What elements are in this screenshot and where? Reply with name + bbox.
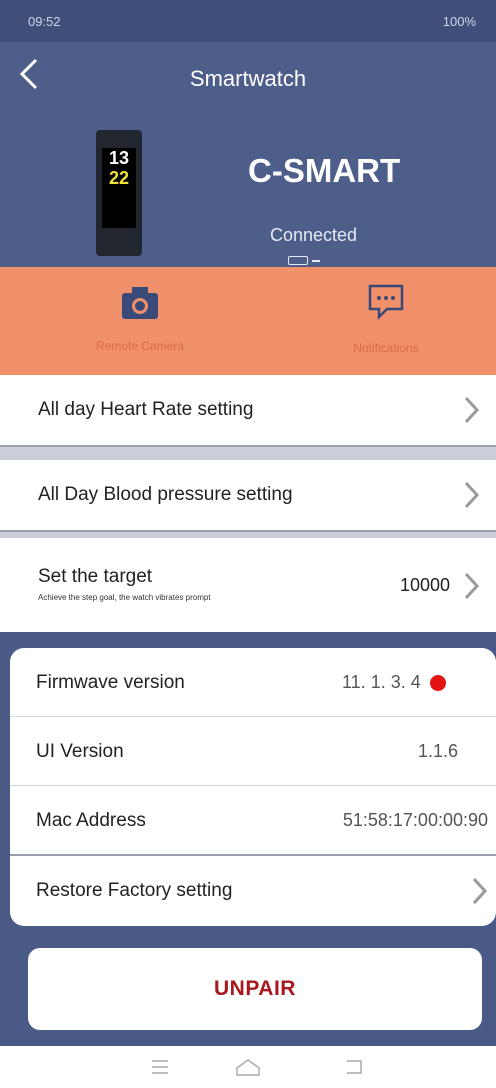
quick-actions-bar: Remote Camera Notifications [0, 267, 496, 375]
mac-address-label: Mac Address [36, 810, 146, 831]
notifications-button[interactable]: Notifications [286, 267, 486, 375]
watch-screen: 13 22 [102, 148, 136, 228]
chevron-right-icon [464, 481, 480, 509]
ui-version-value: 1.1.6 [417, 741, 458, 761]
mac-address-row: Mac Address 51:58:17:00:00:90 [10, 786, 496, 854]
status-time: 09:52 [28, 14, 61, 29]
chevron-right-icon [464, 396, 480, 424]
unpair-button[interactable]: UNPAIR [28, 948, 482, 1030]
step-target-value: 10000 [399, 575, 450, 595]
system-nav-bar [0, 1046, 496, 1088]
watch-minute: 22 [108, 168, 130, 188]
remote-camera-label: Remote Camera [95, 339, 185, 353]
step-target-label: Set the target [38, 566, 153, 587]
section-gap [0, 447, 496, 460]
notifications-label: Notifications [353, 341, 419, 355]
back-icon[interactable] [342, 1056, 366, 1078]
camera-icon [122, 287, 158, 319]
status-icons: 100% [442, 14, 476, 29]
connection-status: Connected [270, 225, 358, 245]
heart-rate-setting-row[interactable]: All day Heart Rate setting [0, 375, 496, 445]
device-header: Smartwatch 13 22 C-SMART Connected [0, 42, 496, 267]
chevron-right-icon [464, 572, 480, 600]
firmware-version-row[interactable]: Firmwave version 11. 1. 3. 4 [10, 648, 496, 716]
firmware-version-label: Firmwave version [36, 672, 185, 693]
mac-address-value: 51:58:17:00:00:90 [342, 810, 488, 830]
heart-rate-setting-label: All day Heart Rate setting [38, 399, 254, 420]
device-info-card: Firmwave version 11. 1. 3. 4 UI Version … [10, 648, 496, 926]
ui-version-label: UI Version [36, 741, 124, 762]
chevron-right-icon [472, 877, 488, 905]
blood-pressure-setting-row[interactable]: All Day Blood pressure setting [0, 460, 496, 530]
update-available-dot-icon [430, 675, 446, 691]
step-target-subtitle: Achieve the step goal, the watch vibrate… [38, 593, 211, 602]
restore-factory-row[interactable]: Restore Factory setting [10, 856, 496, 924]
remote-camera-button[interactable]: Remote Camera [40, 267, 240, 375]
device-name: C-SMART [248, 152, 401, 189]
battery-level-dash [312, 260, 320, 262]
ui-version-row: UI Version 1.1.6 [10, 717, 496, 785]
home-icon[interactable] [234, 1056, 262, 1078]
message-icon [368, 284, 404, 321]
status-bar: 09:52 100% [0, 0, 496, 42]
battery-icon [288, 256, 308, 265]
page-title: Smartwatch [189, 66, 307, 91]
smartwatch-image: 13 22 [96, 130, 142, 256]
restore-factory-label: Restore Factory setting [36, 880, 233, 901]
blood-pressure-setting-label: All Day Blood pressure setting [38, 484, 293, 505]
step-target-row[interactable]: Set the target Achieve the step goal, th… [0, 538, 496, 632]
firmware-version-value: 11. 1. 3. 4 [342, 672, 421, 692]
menu-icon[interactable] [148, 1056, 172, 1078]
watch-hour: 13 [108, 148, 130, 168]
